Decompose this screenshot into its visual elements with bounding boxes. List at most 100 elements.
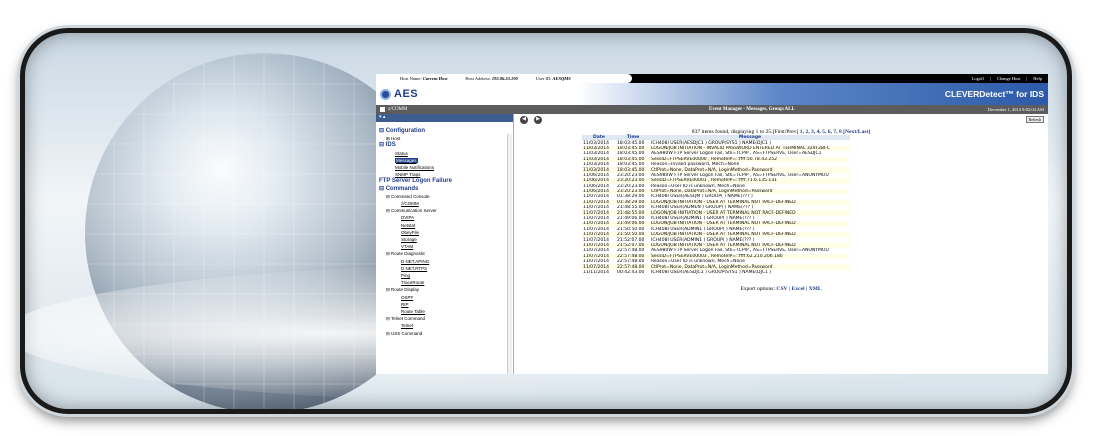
top-bar: Host Name: Current Host Host Address: 19… (376, 74, 1048, 83)
sidebar-item-label: ⊟ Telnet Command (386, 316, 425, 322)
sidebar-item-label: z/COMM (401, 201, 419, 207)
sidebar-item-label: VTAM (401, 244, 414, 250)
sidebar-item[interactable]: Route Table (379, 308, 513, 315)
sidebar-item[interactable]: RIP (379, 301, 513, 308)
title-bar: z/COMM Event Manager - Messages, Group:A… (376, 105, 1048, 114)
sidebar: ▾ ▴ ⊟ Configuration ⊞ Host ⊟ IDS Status Mess… (376, 114, 514, 374)
sidebar-item[interactable]: VTAM (379, 243, 513, 250)
host-address-value: 192.86.33.190 (491, 76, 518, 81)
back-button[interactable]: ◀ (520, 116, 528, 124)
sidebar-item[interactable]: ⊟ Route Display (379, 286, 513, 293)
history-nav: ◀ ▶ (520, 116, 542, 124)
separator: | (990, 76, 991, 81)
sidebar-item-label: Route Table (401, 309, 425, 315)
system-name: z/COMM (388, 107, 408, 112)
sidebar-item[interactable]: FTP Server Logon Failure (379, 178, 513, 185)
cell-time: 00:42:43.00 (616, 269, 650, 276)
sidebar-item-label: OSPF (401, 294, 414, 300)
sidebar-item[interactable]: ⊟ Command Console (379, 193, 513, 200)
sidebar-item-label: FTP Server Logon Failure (379, 178, 452, 185)
sidebar-item[interactable]: Mobile Notifications (379, 164, 513, 171)
export-label: Export options: (740, 286, 775, 292)
host-address-group: Host Address: 192.86.33.190 (465, 76, 517, 81)
sidebar-item-label: RIP (401, 301, 409, 307)
sidebar-item[interactable]: Telnet (379, 322, 513, 329)
table-body: 11/03/2014 18:03:45.00 ICH408I USER(AESDJC… (582, 140, 850, 276)
sidebar-item[interactable]: Messages (379, 157, 513, 164)
sidebar-scrollbar[interactable] (507, 134, 512, 374)
forward-button[interactable]: ▶ (534, 116, 542, 124)
top-links: Logoff | Change Host | Help (972, 76, 1048, 81)
current-date: December 1, 2014 9:02:04 AM (987, 107, 1044, 112)
sidebar-item-label: ⊟ Configuration (379, 128, 426, 134)
user-id-label: User ID: (535, 76, 552, 81)
sidebar-item[interactable]: ⊟ USS Command (379, 330, 513, 337)
sidebar-item-label: ⊞ Host (386, 136, 401, 142)
sidebar-item-label: D NET,APING (401, 258, 430, 264)
sidebar-item[interactable]: TraceRoute (379, 279, 513, 286)
sidebar-item-label: ⊟ Route Display (386, 287, 420, 293)
sidebar-item-label: ⊟ Commands (379, 185, 419, 192)
sidebar-item-label: D NET,RTPS (401, 265, 428, 271)
sidebar-item[interactable]: Netstat (379, 222, 513, 229)
host-name-value: Current Host (422, 76, 448, 81)
sidebar-item[interactable]: Status (379, 150, 513, 157)
help-link[interactable]: Help (1033, 76, 1042, 81)
sidebar-item-label: DVIPA (401, 215, 415, 221)
host-name-label: Host Name: (400, 76, 422, 81)
sidebar-item[interactable]: DVIPA (379, 214, 513, 221)
main-panel: ◀ ▶ Refresh 837 items found, displaying … (514, 114, 1048, 374)
messages-table: Date Time Message 11/03/2014 18:03:45.00 I… (582, 135, 850, 276)
sidebar-item[interactable]: ObeyFile (379, 229, 513, 236)
table-row: 11/07/2014 22:57:48.00 AES980W FTP Server … (582, 248, 850, 254)
sidebar-item[interactable]: ⊟ IDS (379, 142, 513, 149)
table-row: 11/03/2014 18:03:45.00 AES980W FTP Server … (582, 151, 850, 157)
sidebar-item-label: ⊟ Command Console (386, 193, 430, 199)
logoff-link[interactable]: Logoff (972, 76, 984, 81)
sidebar-item[interactable]: ⊟ Commands (379, 186, 513, 193)
host-info: Host Name: Current Host Host Address: 19… (376, 74, 632, 83)
sidebar-item-label: Mobile Notifications (395, 165, 435, 171)
sidebar-item-label: ⊟ IDS (379, 142, 396, 149)
collapse-toggle[interactable]: ▾ ▴ (376, 114, 513, 122)
system-indicator: z/COMM (376, 107, 516, 112)
refresh-button[interactable]: Refresh (1025, 116, 1044, 123)
cell-message: AES980W FTP Server Logon Fail, Stk=TCPIP… (650, 151, 850, 157)
host-address-label: Host Address: (465, 76, 491, 81)
sidebar-item-label: Status (395, 150, 408, 156)
sidebar-item-label: ⊟ Route Diagnostic (386, 251, 426, 257)
page-title: Event Manager - Messages, Group:ALL (709, 107, 795, 112)
sidebar-item[interactable]: SNMP Traps (379, 171, 513, 178)
sidebar-item[interactable]: D NET,RTPS (379, 265, 513, 272)
logo-text: AES (394, 88, 419, 100)
sidebar-item[interactable]: ⊟ Communication Server (379, 207, 513, 214)
sidebar-item-label: Netstat (401, 222, 416, 228)
content-area: ▾ ▴ ⊟ Configuration ⊞ Host ⊟ IDS Status Mess… (376, 114, 1048, 374)
sidebar-item-label: Telnet (401, 323, 414, 329)
sidebar-item[interactable]: ⊞ Host (379, 135, 513, 142)
cell-message: AES980W FTP Server Logon Fail, Stk=TCPIP… (650, 248, 850, 254)
sidebar-item-label: Storage (401, 237, 417, 243)
sidebar-item[interactable]: OSPF (379, 294, 513, 301)
sidebar-item[interactable]: Storage (379, 236, 513, 243)
cell-date: 11/11/2014 (582, 269, 616, 276)
user-id-value: AESQMS (552, 76, 571, 81)
sidebar-item[interactable]: ⊟ Configuration (379, 128, 513, 135)
table-row: 11/11/2014 00:42:43.00 ICH408I USER(AESDJC… (582, 269, 850, 276)
sidebar-item-label: ⊟ USS Command (386, 330, 423, 336)
sidebar-item[interactable]: ⊟ Route Diagnostic (379, 250, 513, 257)
export-links[interactable]: CSV | Excel | XML (776, 286, 821, 292)
sidebar-item[interactable]: ⊟ Telnet Command (379, 315, 513, 322)
logo-mark-icon (380, 88, 391, 100)
sidebar-item[interactable]: Ping (379, 272, 513, 279)
change-host-link[interactable]: Change Host (997, 76, 1020, 81)
system-icon (380, 107, 385, 112)
sidebar-item-label: SNMP Traps (395, 172, 421, 178)
sidebar-item-label: ObeyFile (401, 229, 420, 235)
export-options: Export options: CSV | Excel | XML (514, 286, 1048, 292)
cell-message: ICH408I USER(AESDJC1 ) GROUP(SYS1 ) NAME… (650, 269, 850, 276)
sidebar-item[interactable]: z/COMM (379, 200, 513, 207)
separator: | (1026, 76, 1028, 81)
aes-logo: AES (376, 88, 418, 100)
sidebar-item[interactable]: D NET,APING (379, 258, 513, 265)
